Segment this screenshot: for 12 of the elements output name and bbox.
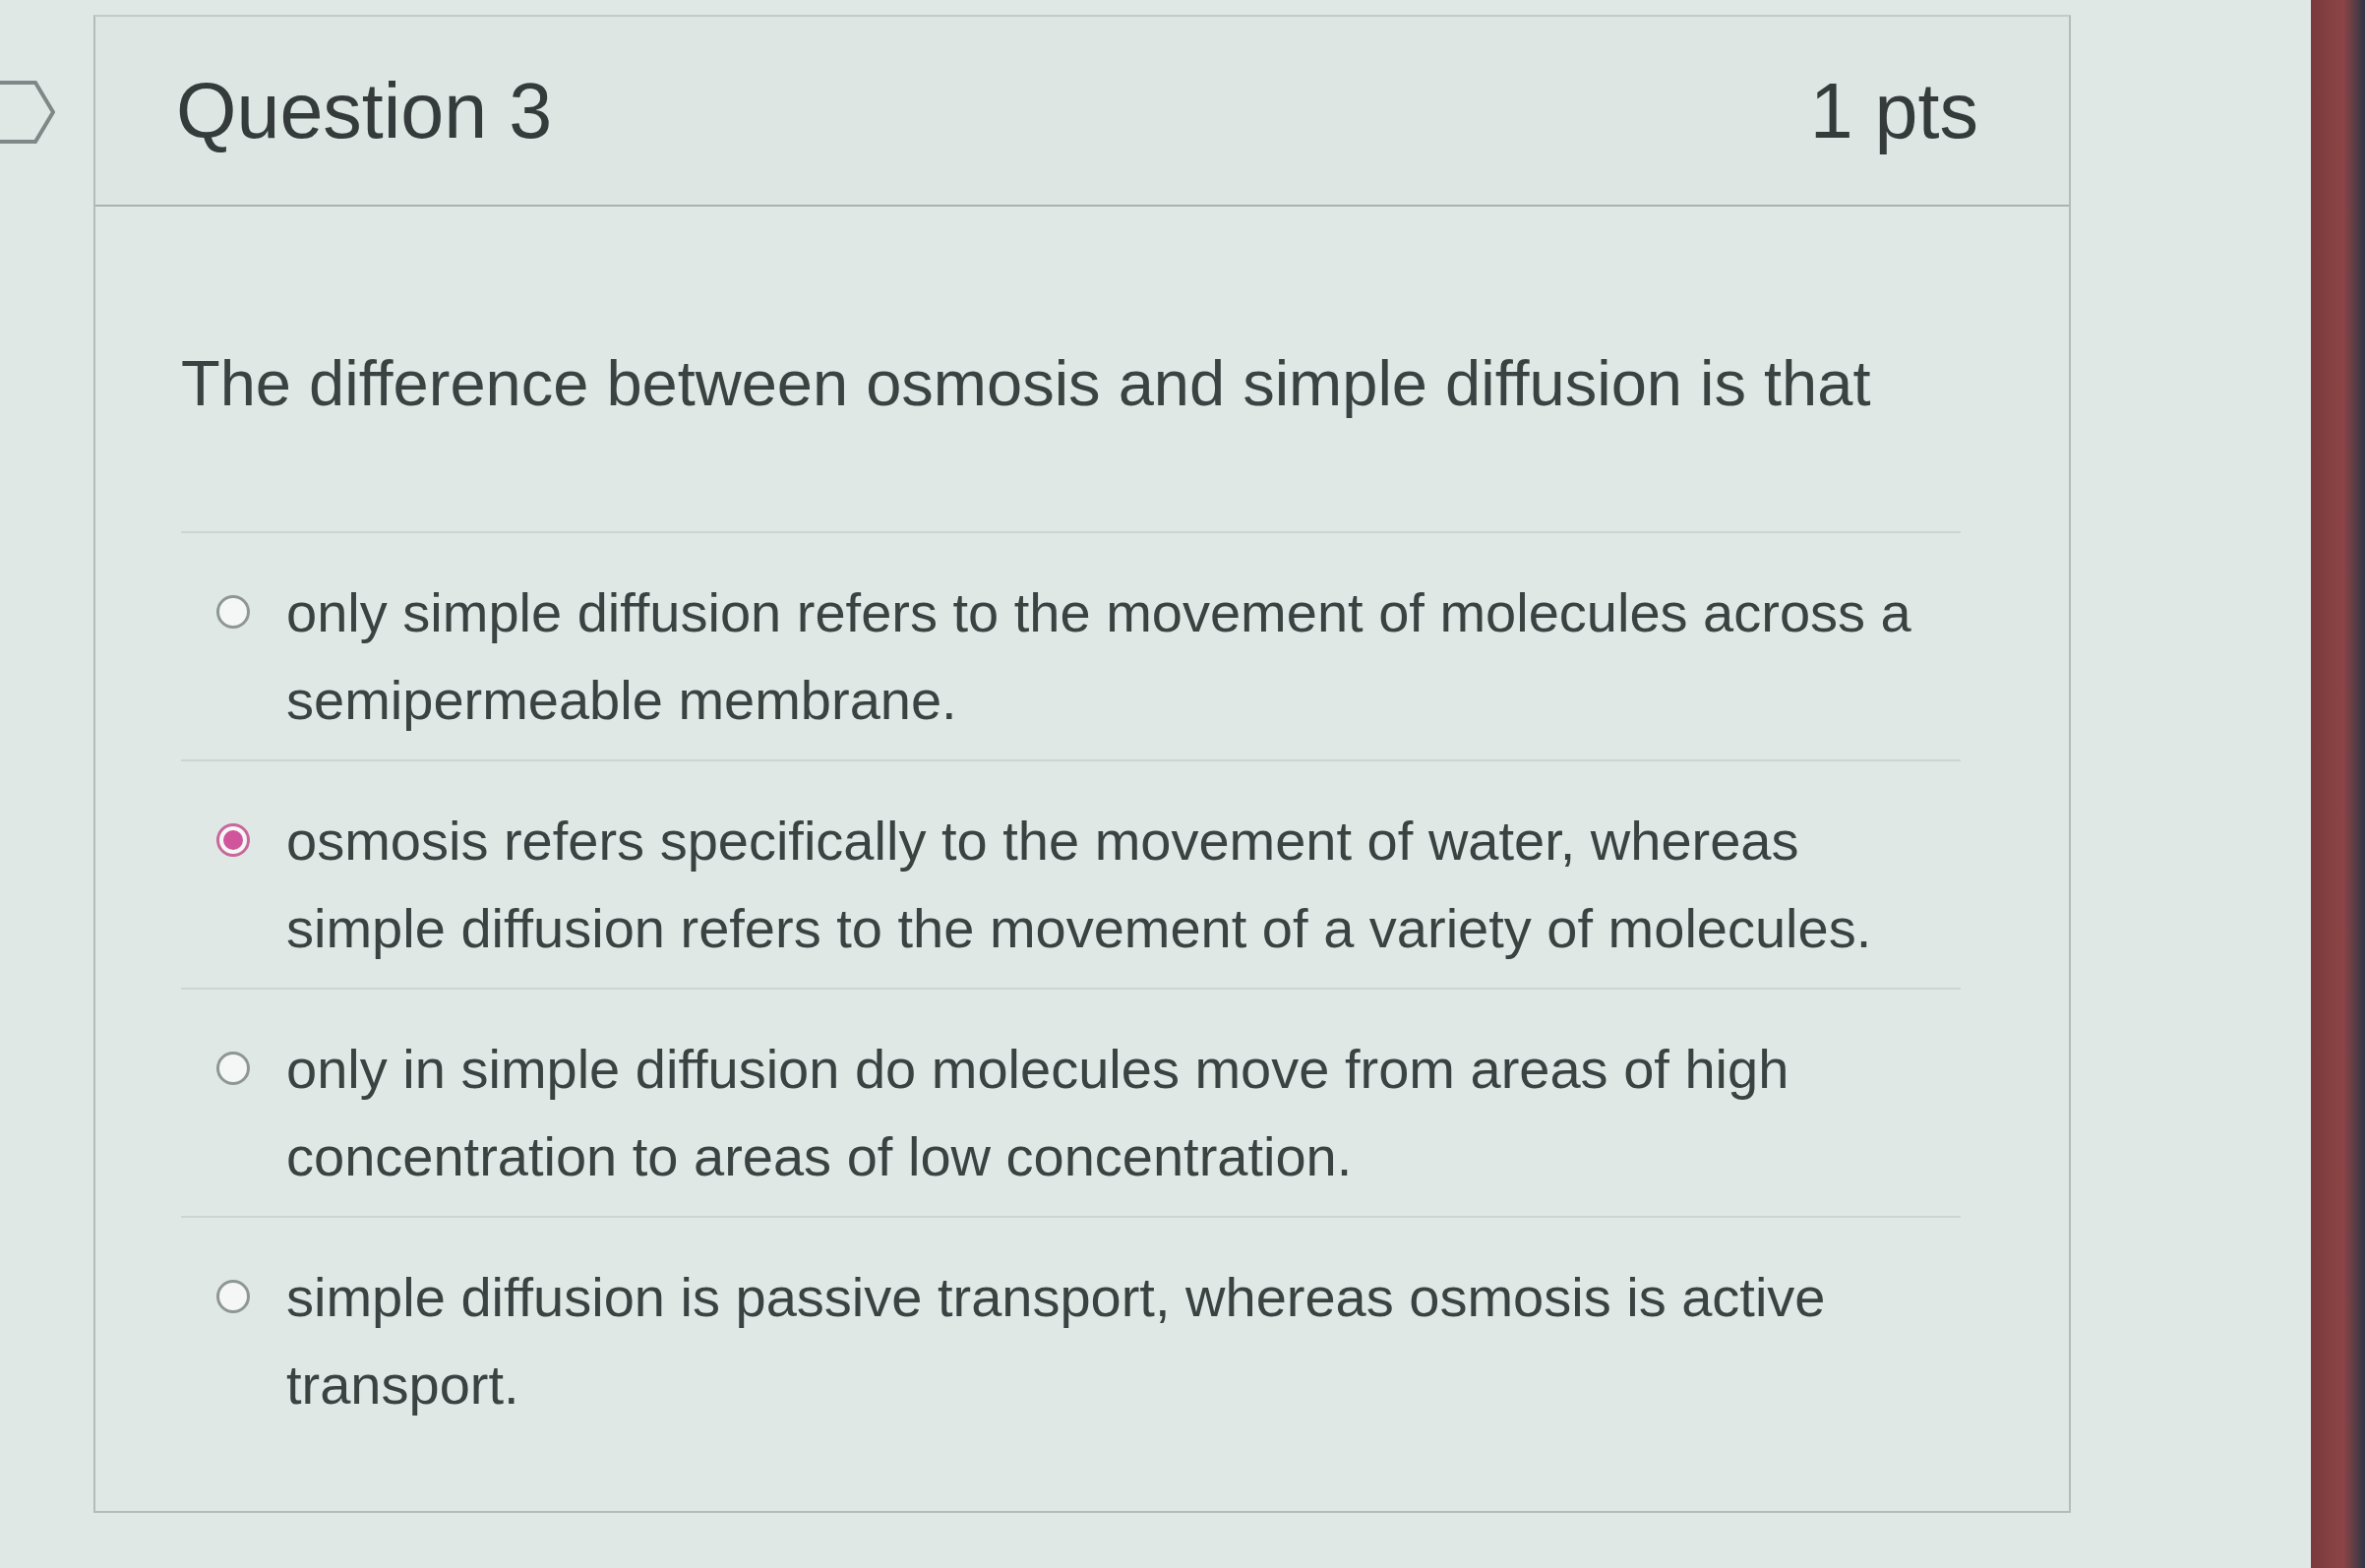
radio-button[interactable] [216,1280,250,1313]
radio-button[interactable] [216,595,250,629]
answer-label[interactable]: osmosis refers specifically to the movement of water, whereas simple diffusion refers to the movement of a variety of molecules. [286,797,1939,972]
question-title: Question 3 [176,65,553,156]
flag-icon[interactable] [0,81,55,144]
answer-label[interactable]: only in simple diffusion do molecules move from areas of high concentration to areas of low concentration. [286,1025,1939,1200]
points-label: 1 pts [1809,65,1978,156]
answer-label[interactable]: simple diffusion is passive transport, whereas osmosis is active transport. [286,1253,1939,1428]
answer-label[interactable]: only simple diffusion refers to the movement of molecules across a semipermeable membrane. [286,569,1939,744]
question-prompt: The difference between osmosis and simple diffusion is that [181,346,1872,421]
radio-button[interactable] [216,823,250,857]
radio-button[interactable] [216,1052,250,1085]
